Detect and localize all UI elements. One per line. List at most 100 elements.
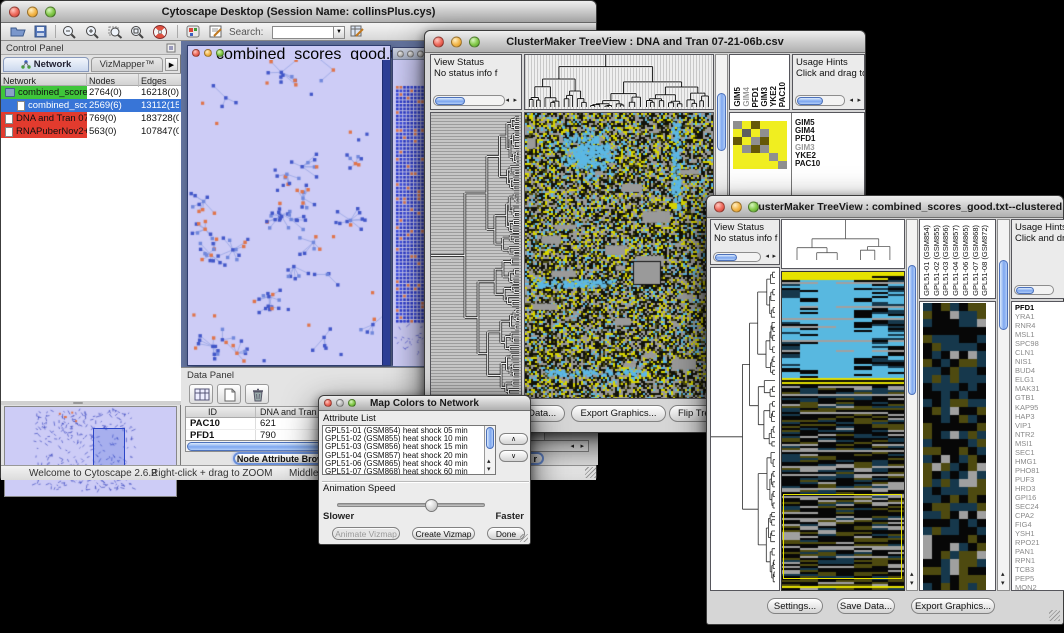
treeview1-title-bar[interactable]: ClusterMaker TreeView : DNA and Tran 07-…	[425, 31, 865, 53]
attribute-listbox[interactable]: GPL51-01 (GSM854) heat shock 05 minGPL51…	[322, 425, 496, 475]
scroll-left-icon[interactable]: ◂	[570, 443, 574, 450]
save-data-button[interactable]: Save Data...	[837, 598, 895, 614]
open-file-icon[interactable]	[10, 25, 26, 38]
zoom-selected-icon[interactable]	[130, 25, 145, 39]
gene-label[interactable]: BUD4	[1015, 366, 1040, 375]
row-dendrogram[interactable]	[710, 267, 780, 591]
scroll-right-icon[interactable]: ▸	[772, 253, 776, 260]
slider-thumb[interactable]	[425, 499, 438, 512]
close-icon[interactable]	[397, 50, 404, 57]
float-panel-icon[interactable]	[166, 43, 176, 53]
matrix-cell[interactable]	[733, 129, 742, 137]
scroll-right-icon[interactable]: ▸	[580, 443, 584, 450]
gene-list-scrollbar[interactable]: ▴ ▾	[997, 219, 1010, 591]
gene-label[interactable]: YSH1	[1015, 529, 1040, 538]
minimize-icon[interactable]	[336, 399, 344, 407]
network-table-row[interactable]: DNA and Tran 07769(0)183728(0)	[1, 112, 181, 125]
gene-label[interactable]: HRD3	[1015, 484, 1040, 493]
matrix-cell[interactable]	[769, 161, 778, 169]
scroll-left-icon[interactable]: ◂	[765, 253, 769, 260]
network-table-row[interactable]: RNAPuberNov2+563(0)107847(0)	[1, 125, 181, 138]
usage-hints-scrollbar[interactable]	[1014, 285, 1054, 295]
treeview2-title-bar[interactable]: ClusterMaker TreeView : combined_scores_…	[707, 196, 1063, 218]
matrix-cell[interactable]	[733, 145, 742, 153]
matrix-cell[interactable]	[751, 145, 760, 153]
network-view-scrollbar[interactable]	[382, 60, 390, 365]
annotation-icon[interactable]	[209, 25, 223, 38]
scrollbar-thumb[interactable]	[435, 97, 465, 105]
gene-label[interactable]: NIS1	[1015, 357, 1040, 366]
zoom-window-icon[interactable]	[469, 36, 480, 47]
minimize-icon[interactable]	[451, 36, 462, 47]
save-icon[interactable]	[34, 25, 47, 38]
matrix-cell[interactable]	[760, 161, 769, 169]
gene-label[interactable]: PEP5	[1015, 574, 1040, 583]
close-icon[interactable]	[714, 201, 725, 212]
gene-label[interactable]: PHO81	[1015, 466, 1040, 475]
export-graphics-button[interactable]: Export Graphics...	[911, 598, 995, 614]
matrix-cell[interactable]	[742, 137, 751, 145]
matrix-cell[interactable]	[760, 121, 769, 129]
matrix-cell[interactable]	[751, 129, 760, 137]
gene-label[interactable]: PAN1	[1015, 547, 1040, 556]
close-icon[interactable]	[9, 6, 20, 17]
vizmap-icon[interactable]	[186, 25, 200, 38]
list-scrollbar[interactable]: ▴ ▾	[484, 426, 495, 474]
gene-label[interactable]: HAP3	[1015, 412, 1040, 421]
scrollbar-thumb[interactable]	[999, 260, 1008, 330]
gene-label[interactable]: MAK31	[1015, 384, 1040, 393]
zoom-fit-icon[interactable]	[108, 25, 123, 39]
matrix-cell[interactable]	[751, 137, 760, 145]
scrollbar-thumb[interactable]	[797, 97, 823, 105]
tab-overflow-button[interactable]: ▶	[165, 58, 178, 71]
resize-grip[interactable]	[1049, 610, 1060, 621]
close-icon[interactable]	[433, 36, 444, 47]
export-graphics-button[interactable]: Export Graphics...	[571, 405, 666, 422]
animation-speed-slider[interactable]	[337, 503, 485, 507]
scroll-up-icon[interactable]: ▴	[1001, 571, 1005, 578]
scroll-up-icon[interactable]: ▴	[910, 571, 914, 578]
matrix-cell[interactable]	[769, 137, 778, 145]
zoom-window-icon[interactable]	[417, 50, 424, 57]
data-col-id[interactable]: ID	[186, 407, 256, 417]
matrix-cell[interactable]	[760, 129, 769, 137]
matrix-cell[interactable]	[742, 161, 751, 169]
gene-label[interactable]: SPC98	[1015, 339, 1040, 348]
view-status-scrollbar[interactable]	[713, 252, 761, 262]
matrix-cell[interactable]	[778, 153, 787, 161]
scroll-left-icon[interactable]: ◂	[849, 97, 853, 104]
matrix-cell[interactable]	[760, 153, 769, 161]
move-up-button[interactable]: ∧	[499, 433, 528, 445]
animate-vizmap-button[interactable]: Animate Vizmap	[332, 527, 400, 540]
scrollbar-thumb[interactable]	[717, 93, 726, 151]
zoom-in-icon[interactable]	[85, 25, 100, 39]
matrix-cell[interactable]	[760, 137, 769, 145]
attribute-list-item[interactable]: GPL51-07 (GSM868) heat shock 60 min	[325, 468, 468, 475]
scroll-right-icon[interactable]: ▸	[513, 97, 517, 104]
matrix-cell[interactable]	[778, 121, 787, 129]
gene-label[interactable]: PFD1	[1015, 303, 1040, 312]
gene-label[interactable]: NTR2	[1015, 430, 1040, 439]
matrix-cell[interactable]	[733, 153, 742, 161]
matrix-cell[interactable]	[769, 153, 778, 161]
settings-button[interactable]: Settings...	[767, 598, 823, 614]
delete-attribute-button[interactable]	[245, 384, 269, 404]
matrix-cell[interactable]	[733, 161, 742, 169]
matrix-cell[interactable]	[742, 129, 751, 137]
matrix-cell[interactable]	[733, 137, 742, 145]
gene-label[interactable]: RPO21	[1015, 538, 1040, 547]
gene-label[interactable]: MON2	[1015, 583, 1040, 591]
zoom-window-icon[interactable]	[45, 6, 56, 17]
dialog-title-bar[interactable]: Map Colors to Network	[319, 396, 530, 411]
advanced-search-icon[interactable]	[350, 25, 364, 38]
scroll-left-icon[interactable]: ◂	[505, 97, 509, 104]
column-dendrogram[interactable]	[524, 54, 714, 110]
matrix-cell[interactable]	[751, 161, 760, 169]
matrix-cell[interactable]	[742, 145, 751, 153]
heatmap-main[interactable]	[524, 112, 714, 399]
zoom-window-icon[interactable]	[348, 399, 356, 407]
matrix-cell[interactable]	[778, 145, 787, 153]
gene-label[interactable]: ELG1	[1015, 375, 1040, 384]
gene-label[interactable]: VIP1	[1015, 421, 1040, 430]
panel-splitter[interactable]	[1, 401, 181, 405]
